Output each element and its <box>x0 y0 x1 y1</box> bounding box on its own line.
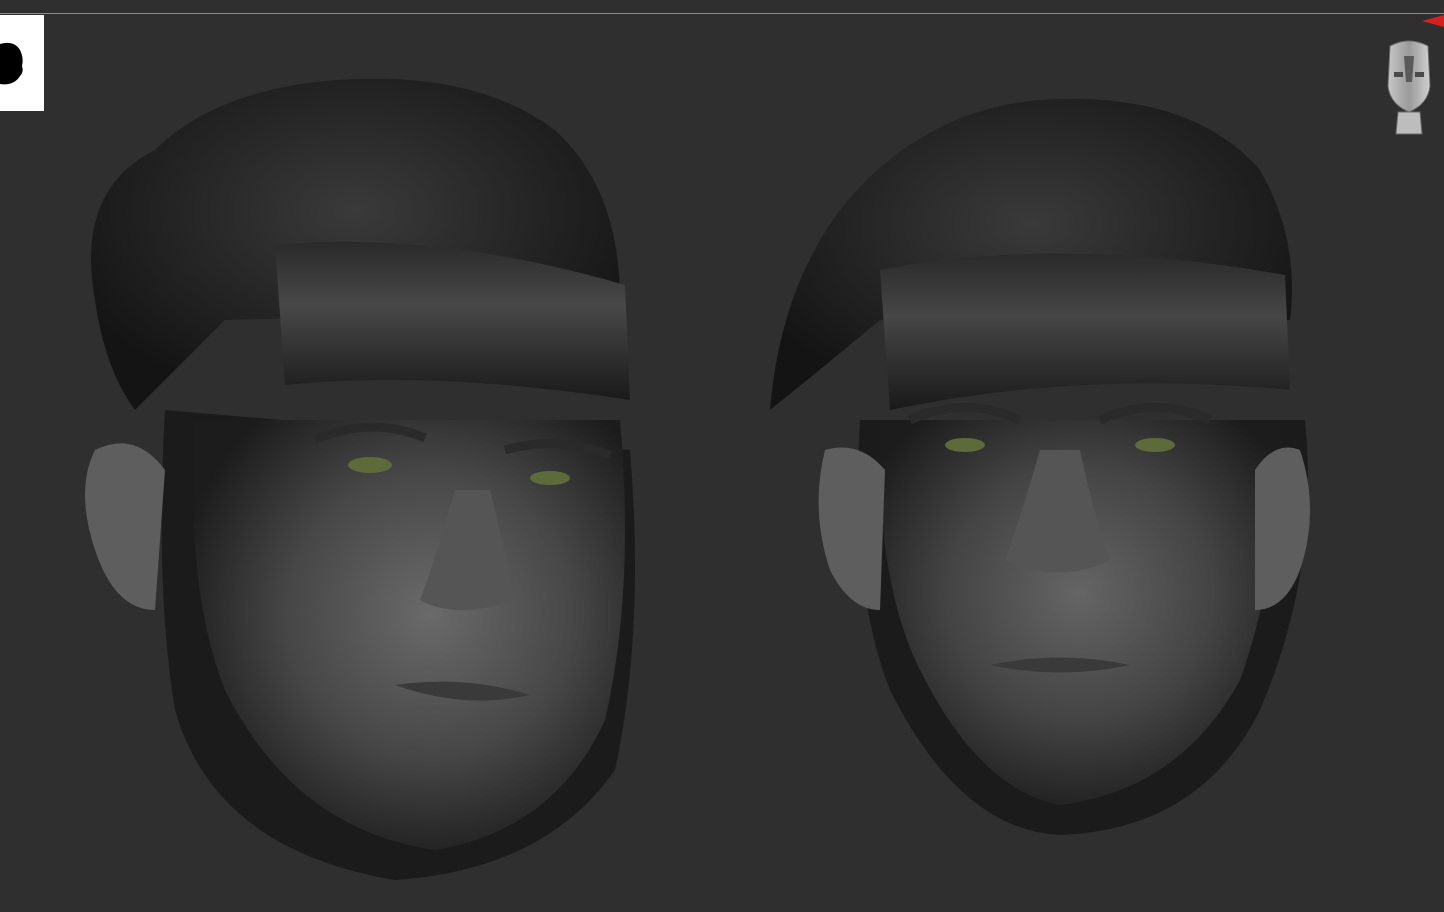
mode-button[interactable] <box>0 15 44 111</box>
red-arrow-marker-icon <box>1422 15 1444 27</box>
viewport-top-border <box>0 13 1444 14</box>
3d-viewport[interactable] <box>0 0 1444 912</box>
navigation-head-gizmo-icon[interactable] <box>1378 36 1440 136</box>
head-silhouette-icon <box>0 42 23 85</box>
head-sculpt-right[interactable] <box>760 90 1330 850</box>
head-sculpt-left[interactable] <box>75 70 645 890</box>
